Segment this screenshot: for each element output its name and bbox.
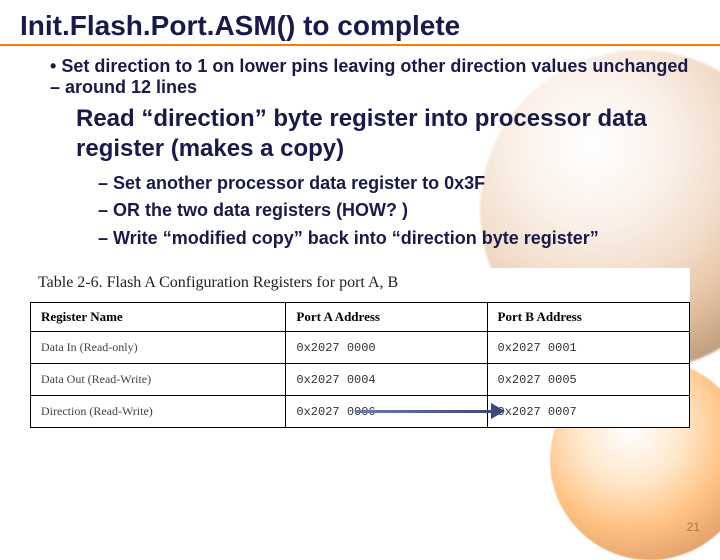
dash-item: Write “modified copy” back into “directi…	[98, 227, 690, 250]
arrow-shaft	[355, 410, 493, 413]
table-row: Data In (Read-only) 0x2027 0000 0x2027 0…	[31, 332, 690, 364]
slide-title: Init.Flash.Port.ASM() to complete	[0, 0, 720, 46]
register-table-figure: Table 2-6. Flash A Configuration Registe…	[30, 268, 690, 428]
cell-port-b: 0x2027 0005	[487, 364, 689, 396]
page-number: 21	[687, 520, 700, 534]
subheading: Read “direction” byte register into proc…	[76, 104, 690, 164]
cell-port-a: 0x2027 0000	[286, 332, 487, 364]
bullet-level1: Set direction to 1 on lower pins leaving…	[50, 56, 690, 98]
col-header-port-a: Port A Address	[286, 303, 487, 332]
dash-item: OR the two data registers (HOW? )	[98, 199, 690, 222]
cell-register-name: Data In (Read-only)	[31, 332, 286, 364]
dash-item: Set another processor data register to 0…	[98, 172, 690, 195]
cell-port-b: 0x2027 0001	[487, 332, 689, 364]
col-header-name: Register Name	[31, 303, 286, 332]
slide-body: Set direction to 1 on lower pins leaving…	[0, 56, 720, 250]
arrow-annotation	[355, 406, 505, 416]
arrow-head-icon	[491, 403, 505, 419]
table-row: Data Out (Read-Write) 0x2027 0004 0x2027…	[31, 364, 690, 396]
col-header-port-b: Port B Address	[487, 303, 689, 332]
table-caption: Table 2-6. Flash A Configuration Registe…	[30, 268, 690, 302]
cell-register-name: Data Out (Read-Write)	[31, 364, 286, 396]
cell-port-b: 0x2027 0007	[487, 396, 689, 428]
cell-register-name: Direction (Read-Write)	[31, 396, 286, 428]
table-header-row: Register Name Port A Address Port B Addr…	[31, 303, 690, 332]
cell-port-a: 0x2027 0004	[286, 364, 487, 396]
